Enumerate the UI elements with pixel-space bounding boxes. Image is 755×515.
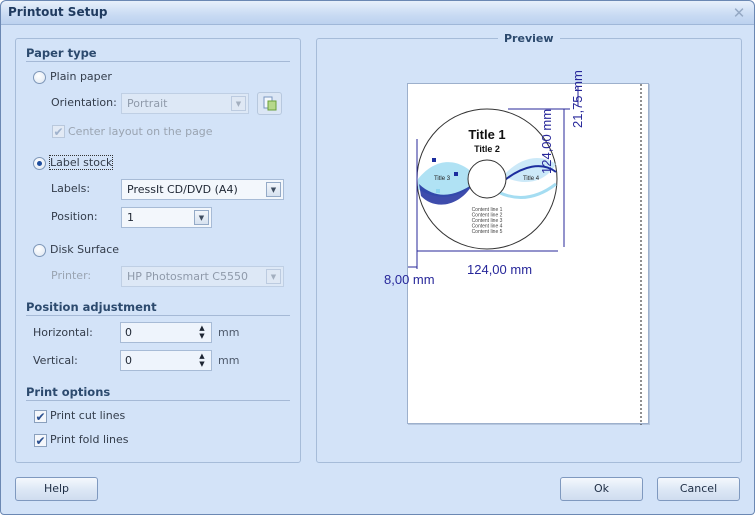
label-title-1: Title 1 (468, 127, 505, 142)
chevron-down-icon[interactable]: ▼ (231, 96, 246, 111)
height-dimension-label: 124,00 mm (539, 108, 554, 174)
label-content-lines: Content line 1Content line 2Content line… (472, 207, 503, 235)
printer-label: Printer: (51, 269, 92, 282)
labels-label: Labels: (51, 182, 91, 195)
printer-select[interactable]: HP Photosmart C5550 ▼ (121, 266, 284, 287)
chevron-down-icon[interactable]: ▼ (266, 269, 281, 284)
labels-value: PressIt CD/DVD (A4) (127, 183, 238, 196)
page-preview: Title 1 Title 2 Title 3 Title 4 Content … (407, 83, 649, 425)
label-preview-canvas: Title 1 Title 2 Title 3 Title 4 Content … (408, 84, 642, 425)
labels-select[interactable]: PressIt CD/DVD (A4) ▼ (121, 179, 284, 200)
cancel-button[interactable]: Cancel (657, 477, 740, 501)
position-select[interactable]: 1 ▼ (121, 207, 212, 228)
divider (26, 315, 290, 316)
vertical-label: Vertical: (33, 354, 78, 367)
sparkle-icon (454, 172, 458, 176)
orientation-label: Orientation: (51, 96, 117, 109)
horizontal-label: Horizontal: (33, 326, 93, 339)
label-title-2: Title 2 (474, 144, 500, 154)
disc-hole (467, 159, 507, 199)
disk-surface-radio[interactable] (33, 244, 46, 257)
spin-arrows-icon[interactable]: ▲ ▼ (197, 352, 207, 368)
rotate-orientation-button[interactable] (257, 92, 282, 115)
label-title-3: Title 3 (434, 176, 451, 182)
horizontal-spinner[interactable]: 0 ▲ ▼ (120, 322, 212, 343)
vertical-unit: mm (218, 354, 240, 367)
preview-panel: Preview Title 1 Title 2 Title 3 Title 4 … (316, 32, 742, 463)
label-stock-radio[interactable] (33, 157, 46, 170)
printer-value: HP Photosmart C5550 (127, 270, 248, 283)
center-layout-checkbox[interactable]: ✔ (52, 125, 65, 138)
position-value: 1 (127, 211, 134, 224)
print-cut-lines-label[interactable]: Print cut lines (50, 409, 125, 422)
sparkle-icon (432, 158, 436, 162)
print-fold-lines-checkbox[interactable]: ✔ (34, 434, 47, 447)
position-adjustment-heading: Position adjustment (26, 300, 157, 314)
printout-setup-dialog: Printout Setup ✕ Paper type Plain paper … (0, 0, 755, 515)
paper-type-heading: Paper type (26, 46, 97, 60)
help-button[interactable]: Help (15, 477, 98, 501)
ok-button[interactable]: Ok (560, 477, 643, 501)
title-bar[interactable]: Printout Setup ✕ (1, 1, 754, 25)
print-cut-lines-checkbox[interactable]: ✔ (34, 410, 47, 423)
print-options-heading: Print options (26, 385, 111, 399)
horizontal-value: 0 (125, 326, 132, 339)
top-offset-dimension-label: 21,75 mm (570, 70, 585, 128)
label-stock-label[interactable]: Label stock (48, 155, 114, 170)
label-title-4: Title 4 (523, 176, 540, 182)
spin-arrows-icon[interactable]: ▲ ▼ (197, 324, 207, 340)
position-label: Position: (51, 210, 98, 223)
print-fold-lines-label[interactable]: Print fold lines (50, 433, 129, 446)
chevron-down-icon[interactable]: ▼ (194, 210, 209, 225)
vertical-spinner[interactable]: 0 ▲ ▼ (120, 350, 212, 371)
disk-surface-label[interactable]: Disk Surface (50, 243, 119, 256)
center-layout-label[interactable]: Center layout on the page (68, 125, 213, 138)
divider (26, 61, 290, 62)
settings-panel: Paper type Plain paper Orientation: Port… (15, 38, 301, 463)
divider (26, 400, 290, 401)
close-icon[interactable]: ✕ (730, 4, 748, 22)
horizontal-unit: mm (218, 326, 240, 339)
page-rotate-icon (263, 96, 277, 111)
plain-paper-label[interactable]: Plain paper (50, 70, 112, 83)
window-title: Printout Setup (8, 5, 108, 19)
orientation-select[interactable]: Portrait ▼ (121, 93, 249, 114)
orientation-value: Portrait (127, 97, 168, 110)
width-dimension-label: 124,00 mm (467, 262, 533, 277)
sparkle-icon (436, 189, 440, 193)
plain-paper-radio[interactable] (33, 71, 46, 84)
left-offset-dimension-label: 8,00 mm (384, 272, 435, 287)
label-content-line: Content line 5 (472, 229, 503, 235)
chevron-down-icon[interactable]: ▼ (266, 182, 281, 197)
preview-heading: Preview (498, 32, 560, 45)
vertical-value: 0 (125, 354, 132, 367)
